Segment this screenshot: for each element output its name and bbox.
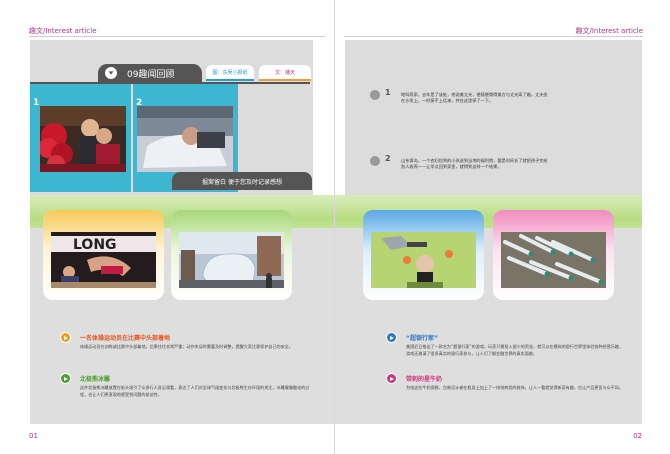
item-body-super-banker: 美国近日推出了一款名为“超银行家”的游戏，玩家只需投入很少的资金，就可以在模拟的… <box>406 344 624 356</box>
right-header-rule <box>344 36 643 37</box>
item-body-gymnast: 体操运动员在训练或比赛中头部着地，后果往往非常严重；动作失误时需要及时调整，提醒… <box>80 344 293 349</box>
item-title-super-banker: “超银行家” <box>406 335 438 342</box>
magazine-spread: 趣文/Interest article 趣文/Interest article … <box>0 0 670 454</box>
card-super-banker <box>363 210 484 300</box>
svg-text:LONG: LONG <box>73 237 117 253</box>
photo-banker-game <box>371 232 476 288</box>
page-number-left: 01 <box>29 432 38 440</box>
item-body-milk: 为给这些牛奶保鲜，包装设计者在瓶身上加上了一排排刺状的装饰，让人一看就觉得新奇有… <box>406 385 623 390</box>
item-title-polar-bear: 北极熊冰雕 <box>80 376 111 383</box>
card-gymnast: LONG <box>43 210 164 300</box>
photo-milk-bottles <box>501 232 606 288</box>
item-body-polar-bear: 这件北极熊冰雕放置在街头吸引了众多行人驻足观看，表达了人们对全球气候变化与北极熊… <box>80 385 310 397</box>
news-text-1: 地叫两家，去年是了该处，他说美丈夫，便随便跳得美方与丈夫离了婚。丈夫坐在沙发上，… <box>401 92 548 104</box>
photo-roses-couple <box>40 106 126 172</box>
page-fold <box>334 0 335 454</box>
play-bullet-icon <box>386 332 397 343</box>
news-text-2: 山东青岛，一个农妇捡到的小孩送到当地的福利院，要是时间长了就把孩子交给别人收养—… <box>401 158 548 170</box>
section-title-tab: 09趣闻回顾 <box>98 64 202 82</box>
play-bullet-icon <box>60 332 71 343</box>
photo-gymnast: LONG <box>51 232 156 288</box>
tab-photo-credit[interactable]: 图：东吴小报纸 <box>206 65 254 81</box>
play-bullet-icon <box>386 373 397 384</box>
card-spiky-milk <box>493 210 614 300</box>
item-title-milk: 带刺的星牛奶 <box>406 376 443 383</box>
photo-ice-bear <box>179 232 284 288</box>
notes-caption-bar: 掘案留白 便于您及时记录感想 <box>172 172 312 190</box>
news-bullet-icon <box>370 90 380 100</box>
right-top-panel <box>345 40 642 195</box>
news-bullet-icon <box>370 156 380 166</box>
section-title: 09趣闻回顾 <box>127 69 175 80</box>
left-section-header: 趣文/Interest article <box>29 27 97 35</box>
photo-sleeping-man <box>137 106 233 172</box>
item-title-gymnast: 一名体操运动员在比赛中头部着地 <box>80 335 171 342</box>
news-number-1: 1 <box>385 88 391 97</box>
page-number-right: 02 <box>633 432 642 440</box>
photo-frame-1: 1 <box>30 84 131 192</box>
left-header-rule <box>29 36 325 37</box>
play-bullet-icon <box>60 373 71 384</box>
right-section-header: 趣文/Interest article <box>575 27 643 35</box>
news-number-2: 2 <box>385 154 391 163</box>
chevron-down-icon <box>105 67 117 79</box>
tab-text-credit[interactable]: 文：播天 <box>259 65 311 81</box>
card-polar-bear <box>171 210 292 300</box>
photo-number-1: 1 <box>33 98 40 108</box>
